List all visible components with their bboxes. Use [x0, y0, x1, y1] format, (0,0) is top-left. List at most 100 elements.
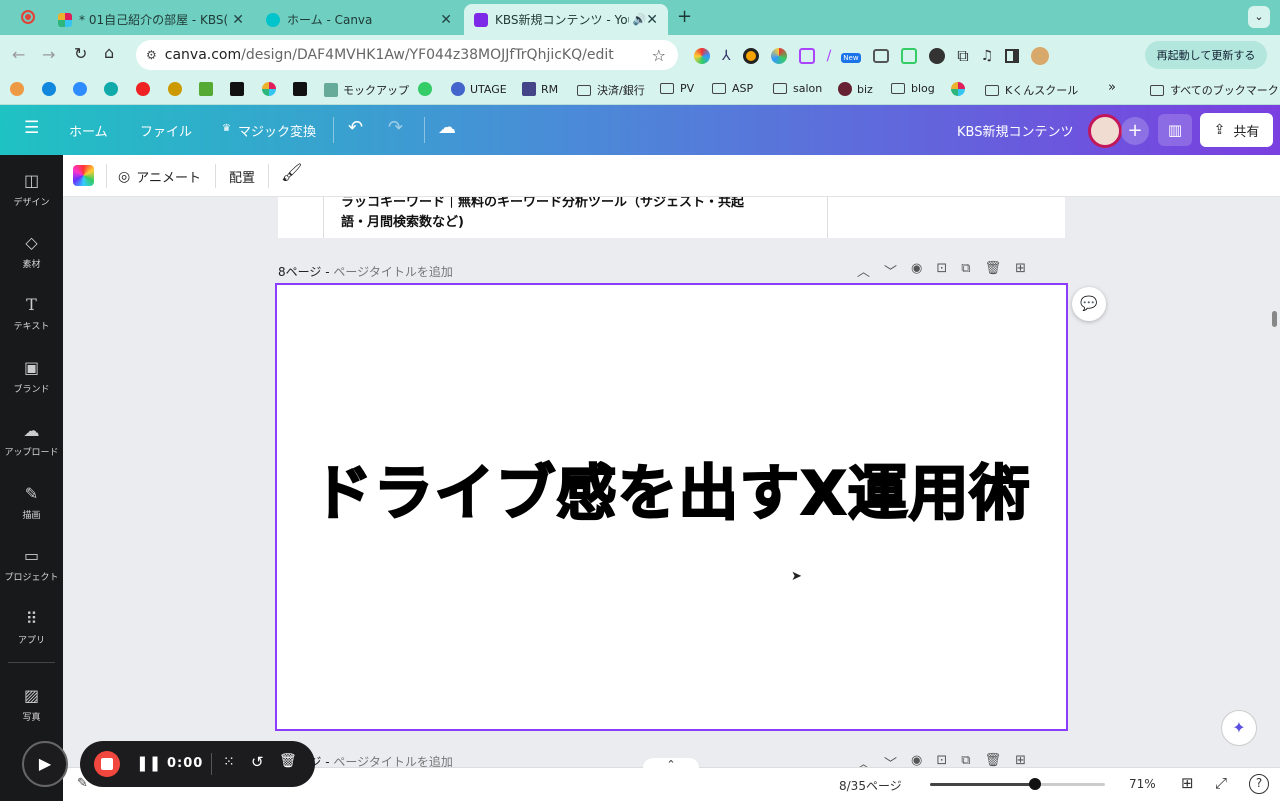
sidebar-item-apps[interactable]: ⠿ アプリ — [0, 609, 63, 646]
side-panel-icon[interactable] — [1005, 49, 1020, 63]
sidebar-item-photos[interactable]: ▨ 写真 — [0, 686, 63, 723]
notion-icon[interactable] — [230, 82, 244, 96]
bookmark-rm[interactable]: RM — [522, 82, 558, 96]
browser-tab-3[interactable]: KBS新規コンテンツ - YouTu 🔊 ✕ — [464, 4, 668, 35]
address-bar[interactable]: ⚙ canva.com/design/DAF4MVHK1Aw/YF044z38M… — [136, 40, 678, 70]
redo-icon[interactable]: ↷ — [388, 117, 403, 138]
bookmark-icon[interactable] — [199, 82, 213, 96]
bookmark-folder-pv[interactable]: PV — [660, 82, 694, 95]
pause-icon[interactable]: ❚❚ — [136, 754, 161, 772]
bookmark-utage[interactable]: UTAGE — [451, 82, 507, 96]
file-menu-button[interactable]: ファイル — [140, 121, 192, 140]
add-comment-icon[interactable]: 💬 — [1072, 287, 1106, 321]
tab-search-icon[interactable]: ⌄ — [1248, 6, 1270, 28]
insights-chart-icon[interactable]: ▥ — [1158, 114, 1192, 146]
all-bookmarks-folder[interactable]: すべてのブックマーク — [1150, 82, 1279, 98]
bookmark-folder-school[interactable]: Kくんスクール — [985, 82, 1078, 98]
share-button[interactable]: ⇪ 共有 — [1200, 113, 1273, 147]
bookmark-folder-payment[interactable]: 決済/銀行 — [577, 82, 645, 98]
restart-icon[interactable]: ↺ — [251, 753, 264, 771]
sidebar-item-elements[interactable]: ◇ 素材 — [0, 233, 63, 270]
browser-tab-1[interactable]: * 01自己紹介の部屋 - KBS(Kく ✕ — [48, 4, 254, 35]
duplicate-icon[interactable]: ⧉ — [961, 261, 970, 280]
home-icon[interactable]: ⌂ — [104, 43, 114, 62]
bookmark-folder-asp[interactable]: ASP — [712, 82, 753, 95]
page-panel-toggle-button[interactable]: ⌃ — [643, 758, 699, 778]
duplicate-icon[interactable]: ⧉ — [961, 753, 970, 767]
reload-icon[interactable]: ↻ — [74, 44, 87, 63]
help-button[interactable]: ? — [1249, 774, 1269, 794]
bookmark-mockup[interactable]: モックアップ — [324, 82, 409, 98]
camera-icon[interactable]: ▶ — [22, 741, 68, 787]
page-7-tail[interactable]: ラッコキーワード｜無料のキーワード分析ツール（サジェスト・共起 語・月間検索数な… — [278, 197, 1065, 238]
extension-icon[interactable] — [901, 48, 918, 64]
scrollbar-thumb[interactable] — [1272, 311, 1277, 327]
sidebar-item-design[interactable]: ◫ デザイン — [0, 171, 63, 208]
bookmark-icon[interactable] — [42, 82, 56, 96]
canvas-scroll-area[interactable]: ラッコキーワード｜無料のキーワード分析ツール（サジェスト・共起 語・月間検索数な… — [63, 197, 1280, 767]
media-control-icon[interactable]: ♫ — [981, 48, 994, 64]
new-tab-button[interactable]: + — [677, 6, 692, 27]
bookmark-icon[interactable] — [10, 82, 24, 96]
zoom-level[interactable]: 71% — [1129, 777, 1156, 791]
add-page-icon[interactable]: ⊞ — [1015, 753, 1026, 767]
lock-icon[interactable]: ⊡ — [936, 753, 947, 767]
extension-icon[interactable]: ⅄ — [722, 48, 731, 64]
page-indicator[interactable]: 8/35ページ — [839, 777, 902, 794]
user-avatar[interactable] — [1088, 114, 1122, 148]
sidebar-item-brand[interactable]: ▣ ブランド — [0, 358, 63, 395]
hide-eye-icon[interactable]: ◉ — [911, 261, 922, 280]
slack-icon[interactable] — [951, 82, 965, 96]
bookmark-icon[interactable] — [136, 82, 150, 96]
trash-icon[interactable]: 🗑 — [985, 261, 1002, 280]
slack-icon[interactable] — [262, 82, 276, 96]
back-icon[interactable]: ← — [12, 45, 25, 64]
extension-icon[interactable] — [770, 48, 787, 64]
delete-recording-icon[interactable]: 🗑 — [279, 753, 297, 769]
extension-icon[interactable] — [742, 48, 759, 64]
add-page-icon[interactable]: ⊞ — [1015, 261, 1026, 280]
magic-assistant-icon[interactable]: ✦ — [1221, 710, 1257, 746]
move-down-icon[interactable]: ﹀ — [884, 753, 897, 767]
extensions-puzzle-icon[interactable]: ⧉ — [957, 46, 968, 66]
forward-icon[interactable]: → — [42, 45, 55, 64]
bookmark-folder-blog[interactable]: blog — [891, 82, 935, 95]
extension-icon[interactable] — [929, 48, 946, 64]
table-cell-text[interactable]: ラッコキーワード｜無料のキーワード分析ツール（サジェスト・共起 語・月間検索数な… — [341, 197, 744, 233]
paint-roller-icon[interactable]: 🖌 — [281, 163, 303, 183]
bookmark-icon[interactable] — [104, 82, 118, 96]
grid-view-icon[interactable]: ⊞ — [1181, 774, 1194, 792]
bookmark-folder-salon[interactable]: salon — [773, 82, 822, 95]
sidebar-item-text[interactable]: T テキスト — [0, 295, 63, 332]
bookmarks-overflow-button[interactable]: » — [1108, 80, 1116, 95]
cloud-saved-icon[interactable]: ☁ — [438, 117, 456, 138]
animate-button[interactable]: ◎ アニメート — [118, 167, 201, 187]
add-collaborator-button[interactable]: + — [1121, 117, 1149, 145]
bookmark-icon[interactable] — [418, 82, 432, 96]
magic-switch-button[interactable]: マジック変換 — [238, 121, 316, 140]
zoom-icon[interactable] — [73, 82, 87, 96]
sidebar-item-draw[interactable]: ✎ 描画 — [0, 484, 63, 521]
sidebar-item-upload[interactable]: ☁ アップロード — [0, 421, 63, 458]
bookmark-icon[interactable] — [293, 82, 307, 96]
extension-icon[interactable] — [694, 48, 710, 64]
stop-record-button[interactable] — [94, 751, 120, 777]
fullscreen-icon[interactable]: ⤢ — [1215, 774, 1227, 792]
move-down-icon[interactable]: ﹀ — [884, 261, 897, 280]
bookmark-star-icon[interactable]: ☆ — [652, 46, 666, 65]
undo-icon[interactable]: ↶ — [348, 117, 363, 138]
profile-avatar[interactable] — [1031, 47, 1050, 65]
color-picker-button[interactable] — [73, 165, 94, 186]
close-tab-icon[interactable]: ✕ — [646, 12, 658, 28]
sidebar-item-projects[interactable]: ▭ プロジェクト — [0, 546, 63, 583]
move-up-icon[interactable]: ︿ — [857, 753, 870, 767]
zoom-slider-knob[interactable] — [1029, 778, 1041, 790]
zoom-slider[interactable] — [930, 778, 1105, 790]
site-info-icon[interactable]: ⚙ — [146, 48, 157, 62]
browser-tab-2[interactable]: ホーム - Canva ✕ — [256, 4, 462, 35]
close-tab-icon[interactable]: ✕ — [440, 12, 452, 28]
lock-icon[interactable]: ⊡ — [936, 261, 947, 280]
grid-dots-icon[interactable]: ⁙ — [223, 754, 235, 770]
bookmark-biz[interactable]: biz — [838, 82, 873, 96]
design-title[interactable]: KBS新規コンテンツ — [957, 121, 1073, 140]
